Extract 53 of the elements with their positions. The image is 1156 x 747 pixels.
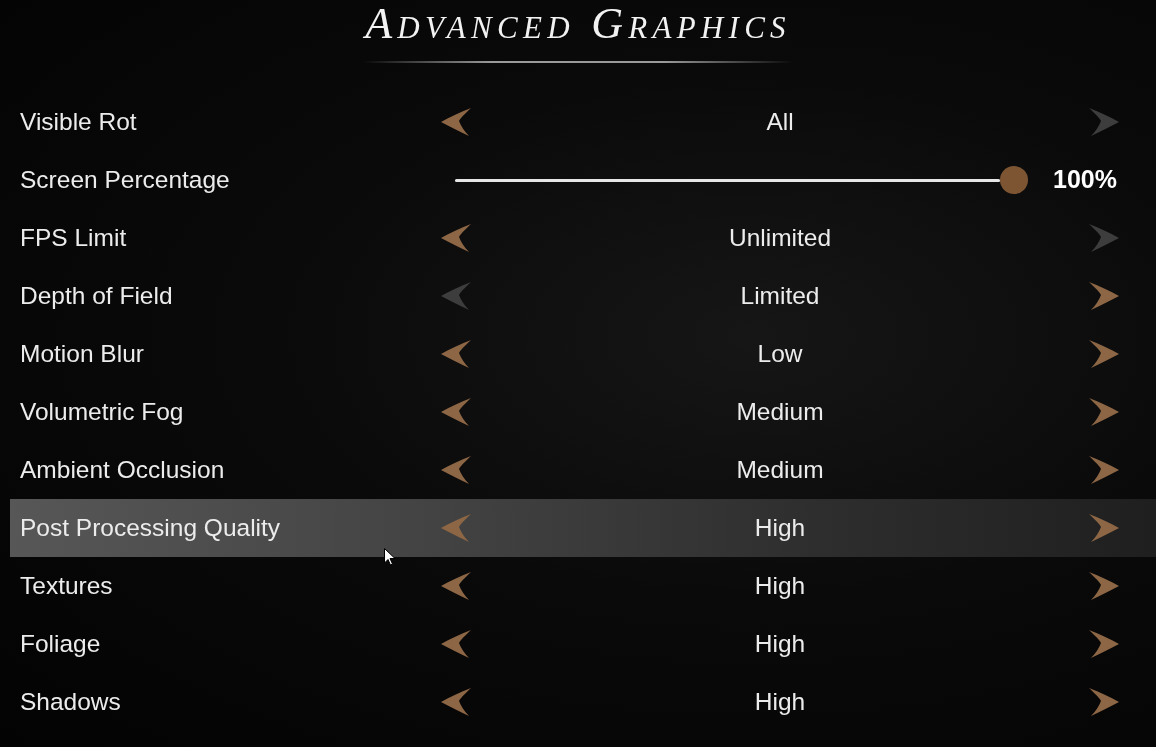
right-arrow-icon[interactable] xyxy=(1088,571,1120,601)
setting-row[interactable]: Screen Percentage 100% xyxy=(10,151,1156,209)
setting-label: Post Processing Quality xyxy=(20,512,281,543)
setting-row[interactable]: Depth of Field Limited xyxy=(10,267,1156,325)
setting-value: All xyxy=(766,106,794,137)
setting-value: Medium xyxy=(736,454,824,485)
page-title: Advanced Graphics xyxy=(365,0,791,48)
setting-value: High xyxy=(754,512,806,543)
setting-row[interactable]: Volumetric Fog Medium xyxy=(10,383,1156,441)
setting-row[interactable]: Ambient Occlusion Medium xyxy=(10,441,1156,499)
setting-row[interactable]: FPS Limit Unlimited xyxy=(10,209,1156,267)
setting-label: Motion Blur xyxy=(20,338,144,369)
setting-value: High xyxy=(754,628,806,659)
left-arrow-icon[interactable] xyxy=(440,397,472,427)
setting-label: Textures xyxy=(20,570,113,601)
setting-label: Volumetric Fog xyxy=(20,396,184,427)
right-arrow-icon[interactable] xyxy=(1088,513,1120,543)
setting-row[interactable]: Shadows High xyxy=(10,673,1156,731)
setting-row[interactable]: Post Processing Quality High xyxy=(10,499,1156,557)
setting-value: Low xyxy=(757,338,803,369)
setting-value: High xyxy=(754,570,806,601)
right-arrow-icon[interactable] xyxy=(1088,687,1120,717)
slider-thumb[interactable] xyxy=(1000,165,1028,194)
setting-label: FPS Limit xyxy=(20,222,127,253)
setting-label: Shadows xyxy=(20,686,121,717)
setting-label: Visible Rot xyxy=(20,106,137,137)
left-arrow-icon[interactable] xyxy=(440,339,472,369)
left-arrow-icon[interactable] xyxy=(440,223,472,253)
left-arrow-icon[interactable] xyxy=(440,455,472,485)
right-arrow-icon[interactable] xyxy=(1088,629,1120,659)
setting-row[interactable]: Visible Rot All xyxy=(10,93,1156,151)
left-arrow-icon[interactable] xyxy=(440,687,472,717)
setting-label: Screen Percentage xyxy=(20,164,230,195)
setting-row[interactable]: Textures High xyxy=(10,557,1156,615)
left-arrow-icon[interactable] xyxy=(440,629,472,659)
right-arrow-icon[interactable] xyxy=(1088,339,1120,369)
setting-row[interactable]: Foliage High xyxy=(10,615,1156,673)
setting-value: High xyxy=(754,686,806,717)
right-arrow-icon[interactable] xyxy=(1088,397,1120,427)
setting-value: Unlimited xyxy=(728,222,832,253)
setting-label: Foliage xyxy=(20,628,101,659)
right-arrow-icon[interactable] xyxy=(1088,281,1120,311)
setting-value: Medium xyxy=(736,396,824,427)
slider-reading: 100% xyxy=(1053,164,1117,196)
setting-label: Depth of Field xyxy=(20,280,173,311)
setting-row[interactable]: Motion Blur Low xyxy=(10,325,1156,383)
mouse-pointer-icon xyxy=(384,548,396,566)
left-arrow-icon[interactable] xyxy=(440,571,472,601)
setting-value: Limited xyxy=(740,280,820,311)
setting-label: Ambient Occlusion xyxy=(20,454,225,485)
right-arrow-icon[interactable] xyxy=(1088,455,1120,485)
left-arrow-icon[interactable] xyxy=(440,513,472,543)
left-arrow-icon[interactable] xyxy=(440,107,472,137)
